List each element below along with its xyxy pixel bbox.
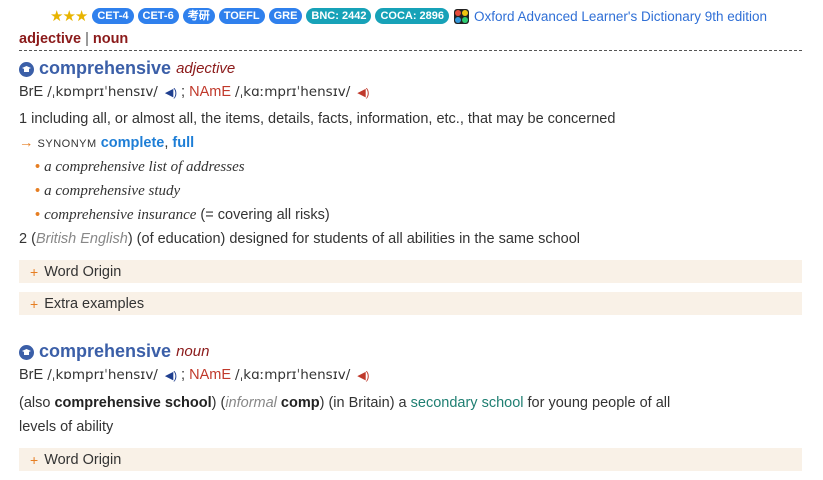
pronunciation-row: BrE /ˌkɒmprɪˈhensɪv/ ◀) ; NAmE /ˌkɑːmprɪ…: [19, 84, 369, 100]
sense-1-definition: 1 including all, or almost all, the item…: [19, 111, 616, 127]
header-bar: ★★★ CET-4 CET-6 考研 TOEFL GRE BNC: 2442 C…: [50, 6, 767, 26]
bre-speaker-icon[interactable]: ◀): [165, 87, 177, 99]
part-of-speech: noun: [176, 343, 210, 360]
name-ipa: /ˌkɑːmprɪˈhensɪv/: [235, 84, 351, 100]
graduation-cap-icon: [19, 345, 34, 360]
pron-separator: ;: [181, 84, 186, 100]
bullet-icon: •: [35, 207, 41, 223]
bre-label: BrE: [19, 84, 44, 100]
short-form: comp: [280, 395, 320, 411]
name-speaker-icon[interactable]: ◀): [357, 87, 369, 99]
fold-label: Extra examples: [44, 295, 145, 312]
synonym-link-full[interactable]: full: [172, 135, 194, 151]
noun-definition-line-2: levels of ability: [19, 419, 114, 435]
example-item: • a comprehensive list of addresses: [35, 159, 245, 176]
pos-separator: |: [85, 31, 89, 47]
synonym-link-complete[interactable]: complete: [101, 135, 165, 151]
name-label: NAmE: [189, 367, 232, 383]
example-item: • comprehensive insurance (= covering all…: [35, 207, 330, 224]
name-label: NAmE: [189, 84, 232, 100]
graduation-cap-icon: [19, 62, 34, 77]
synonym-comma: ,: [164, 135, 169, 151]
sense-number: 2: [19, 231, 28, 247]
register-label: informal: [225, 395, 277, 411]
name-speaker-icon[interactable]: ◀): [357, 370, 369, 382]
plus-icon: +: [30, 263, 39, 280]
tag-cet6: CET-6: [137, 8, 179, 24]
tag-gre: GRE: [268, 8, 303, 24]
sense-2-definition: 2 (British English) (of education) desig…: [19, 231, 580, 247]
entry-heading-noun: comprehensive noun: [19, 341, 209, 362]
secondary-school-link[interactable]: secondary school: [411, 395, 524, 411]
extra-examples-toggle[interactable]: + Extra examples: [19, 292, 802, 315]
example-text: a comprehensive list of addresses: [44, 159, 245, 175]
pron-separator: ;: [181, 367, 186, 383]
noun-definition-line-1: (also comprehensive school) (informal co…: [19, 395, 671, 411]
pos-link-adjective[interactable]: adjective: [19, 31, 81, 47]
tag-toefl: TOEFL: [218, 8, 265, 24]
bre-label: BrE: [19, 367, 44, 383]
bullet-icon: •: [35, 183, 41, 199]
example-text: comprehensive insurance: [44, 207, 197, 223]
dictionary-logo-icon: [454, 8, 470, 24]
entry-heading-adjective: comprehensive adjective: [19, 58, 235, 79]
synonym-label: synonym: [37, 138, 97, 150]
fold-label: Word Origin: [44, 263, 122, 280]
synonym-row: → synonym complete, full: [19, 135, 194, 151]
word-origin-toggle[interactable]: + Word Origin: [19, 260, 802, 283]
plus-icon: +: [30, 451, 39, 468]
plus-icon: +: [30, 295, 39, 312]
example-text: a comprehensive study: [44, 183, 181, 199]
also-label: also: [23, 395, 51, 411]
pos-navigation: adjective | noun: [19, 31, 802, 51]
example-gloss: (= covering all risks): [196, 207, 330, 223]
dictionary-name-link[interactable]: Oxford Advanced Learner's Dictionary 9th…: [474, 9, 767, 24]
word-origin-toggle[interactable]: + Word Origin: [19, 448, 802, 471]
tag-bnc: BNC: 2442: [306, 8, 372, 24]
fold-label: Word Origin: [44, 451, 122, 468]
tag-kaoyan: 考研: [182, 8, 215, 24]
region-label: British English: [35, 231, 128, 247]
bre-ipa: /ˌkɒmprɪˈhensɪv/: [47, 367, 158, 383]
tag-coca: COCA: 2896: [375, 8, 450, 24]
rating-stars: ★★★: [50, 8, 88, 25]
pronunciation-row: BrE /ˌkɒmprɪˈhensɪv/ ◀) ; NAmE /ˌkɑːmprɪ…: [19, 367, 369, 383]
headword: comprehensive: [39, 58, 172, 78]
bre-ipa: /ˌkɒmprɪˈhensɪv/: [47, 84, 158, 100]
variant-phrase: comprehensive school: [54, 395, 212, 411]
tag-cet4: CET-4: [92, 8, 134, 24]
pos-link-noun[interactable]: noun: [93, 31, 128, 47]
headword: comprehensive: [39, 341, 172, 361]
region-text: (in Britain) a: [328, 395, 407, 411]
example-item: • a comprehensive study: [35, 183, 180, 200]
part-of-speech: adjective: [176, 60, 236, 77]
definition-rest: for young people of all: [527, 395, 671, 411]
bre-speaker-icon[interactable]: ◀): [165, 370, 177, 382]
sense-2-text: (of education) designed for students of …: [136, 231, 580, 247]
bullet-icon: •: [35, 159, 41, 175]
arrow-right-icon: →: [19, 135, 34, 151]
name-ipa: /ˌkɑːmprɪˈhensɪv/: [235, 367, 351, 383]
